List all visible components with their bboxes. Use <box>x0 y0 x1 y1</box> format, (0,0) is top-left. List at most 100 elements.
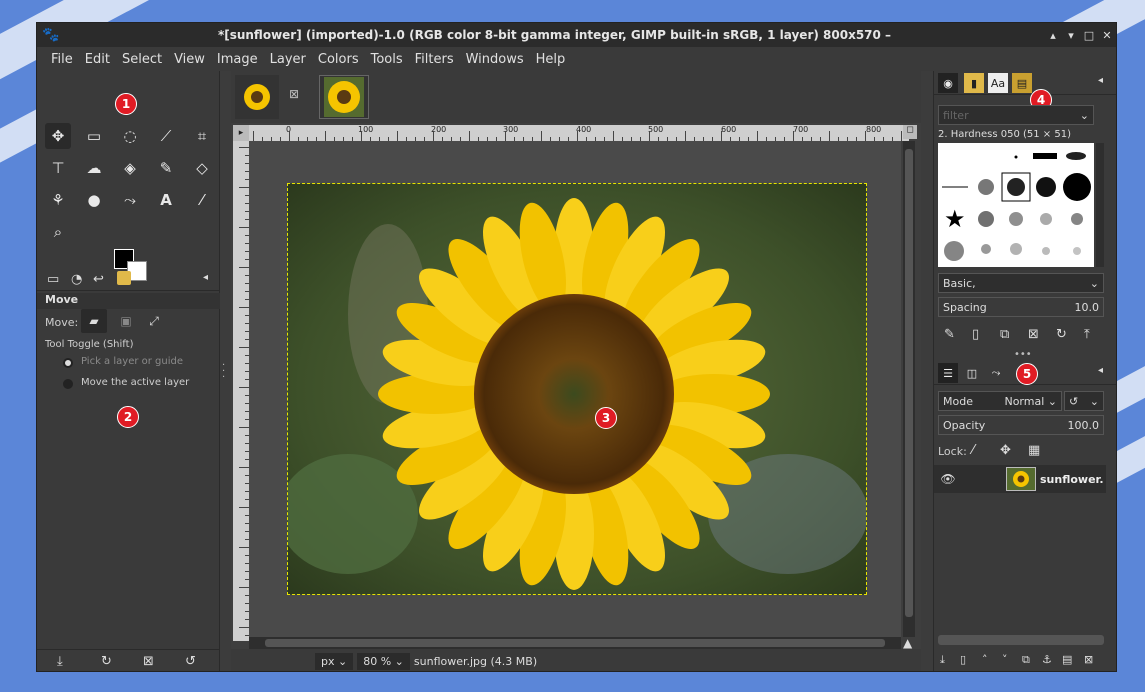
layers-tab-icon[interactable]: ☰ <box>938 363 958 383</box>
unit-select[interactable]: px ⌄ <box>315 652 354 670</box>
brushes-tab-icon[interactable]: ◉ <box>938 73 958 93</box>
paintbrush-tool-icon[interactable]: ✎ <box>153 155 179 181</box>
device-status-tab-icon[interactable]: ◔ <box>71 272 82 287</box>
menu-file[interactable]: File <box>45 52 79 67</box>
minimize-button[interactable]: ▴ <box>1044 29 1062 42</box>
dock-grip-left[interactable]: · · · <box>222 361 225 383</box>
brush-grid[interactable]: ★ <box>938 143 1094 267</box>
restore-button[interactable]: ▾ <box>1062 29 1080 42</box>
configure-tab-icon[interactable]: ◂ <box>203 272 208 283</box>
edit-brush-icon[interactable]: ✎ <box>944 327 955 342</box>
color-picker-tool-icon[interactable]: ⁄ <box>189 187 215 213</box>
warp-tool-icon[interactable]: ☁ <box>81 155 107 181</box>
ruler-corner-icon[interactable]: ▸ <box>233 125 249 141</box>
delete-options-icon[interactable]: ⊠ <box>143 654 154 669</box>
restore-options-icon[interactable]: ↻ <box>101 654 112 669</box>
vertical-scrollbar[interactable] <box>903 141 915 637</box>
lock-position-icon[interactable]: ✥ <box>1000 443 1011 458</box>
menu-tools[interactable]: Tools <box>365 52 409 67</box>
lock-alpha-icon[interactable]: ▦ <box>1028 443 1040 458</box>
horizontal-scrollbar[interactable] <box>249 637 901 649</box>
menu-image[interactable]: Image <box>211 52 264 67</box>
new-layer-group-icon[interactable]: ⤓ <box>940 653 945 667</box>
channels-tab-icon[interactable]: ◫ <box>962 363 982 383</box>
tool-options-tab-icon[interactable]: ▭ <box>47 272 59 287</box>
navigate-icon[interactable]: ◻ <box>903 125 917 139</box>
lasso-tool-icon[interactable]: ◌ <box>117 123 143 149</box>
lower-layer-icon[interactable]: ˅ <box>1002 653 1008 666</box>
close-tab-icon[interactable]: ⊠ <box>289 87 299 101</box>
images-tab-icon[interactable] <box>117 271 131 285</box>
duplicate-layer-icon[interactable]: ⧉ <box>1022 653 1030 667</box>
new-layer-icon[interactable]: ▯ <box>960 653 966 666</box>
opacity-slider[interactable]: Opacity 100.0 <box>938 415 1104 435</box>
raise-layer-icon[interactable]: ˄ <box>982 653 988 666</box>
menu-layer[interactable]: Layer <box>264 52 312 67</box>
layer-row[interactable]: 👁 sunflower. <box>934 465 1106 493</box>
open-brush-icon[interactable]: ⤒ <box>1084 327 1090 342</box>
new-brush-icon[interactable]: ▯ <box>972 327 979 342</box>
move-path-button[interactable]: ⤢ <box>141 309 167 333</box>
layer-mode-select[interactable]: Mode Normal ⌄ <box>938 391 1062 411</box>
move-tool-icon[interactable]: ✥ <box>45 123 71 149</box>
reset-options-icon[interactable]: ↺ <box>185 654 196 669</box>
menu-colors[interactable]: Colors <box>312 52 365 67</box>
delete-layer-icon[interactable]: ⊠ <box>1084 653 1093 666</box>
configure-tab-icon[interactable]: ◂ <box>1098 75 1103 86</box>
composite-mode-select[interactable]: ↺ ⌄ <box>1064 391 1104 411</box>
configure-tab-icon[interactable]: ◂ <box>1098 365 1103 376</box>
lock-pixels-icon[interactable]: ⁄ <box>972 443 974 458</box>
undo-history-tab-icon[interactable]: ↩ <box>93 272 104 287</box>
menu-help[interactable]: Help <box>530 52 572 67</box>
move-selection-button[interactable]: ▣ <box>113 309 139 333</box>
bucket-fill-tool-icon[interactable]: ◈ <box>117 155 143 181</box>
crop-tool-icon[interactable]: ⌗ <box>189 123 215 149</box>
eye-icon[interactable]: 👁 <box>934 472 962 486</box>
radio-pick-layer[interactable] <box>63 358 73 368</box>
refresh-brushes-icon[interactable]: ↻ <box>1056 327 1067 342</box>
navigation-triangle-icon[interactable]: ▲ <box>903 636 912 650</box>
close-button[interactable]: ✕ <box>1098 29 1116 42</box>
menu-select[interactable]: Select <box>116 52 168 67</box>
paths-tool-icon[interactable]: ⤳ <box>117 187 143 213</box>
menu-windows[interactable]: Windows <box>460 52 530 67</box>
paths-tab-icon[interactable]: ⤳ <box>986 363 1006 383</box>
ruler-label-500: 500 <box>648 125 664 134</box>
horizontal-ruler: 0 100 200 300 400 500 600 700 800 <box>249 125 909 141</box>
clone-tool-icon[interactable]: ⚘ <box>45 187 71 213</box>
fonts-tab-icon[interactable]: Aa <box>988 73 1008 93</box>
menu-edit[interactable]: Edit <box>79 52 116 67</box>
sunflower-image[interactable] <box>287 183 867 595</box>
image-tab-thumbnail-2[interactable] <box>319 75 369 119</box>
text-tool-icon[interactable]: A <box>153 187 179 213</box>
delete-brush-icon[interactable]: ⊠ <box>1028 327 1039 342</box>
mask-layer-icon[interactable]: ▤ <box>1062 653 1072 666</box>
image-tab-thumbnail-1[interactable] <box>235 75 279 119</box>
menu-view[interactable]: View <box>168 52 211 67</box>
layers-scrollbar[interactable] <box>938 635 1104 645</box>
menu-filters[interactable]: Filters <box>409 52 460 67</box>
brush-preset-select[interactable]: Basic, ⌄ <box>938 273 1104 293</box>
rect-select-tool-icon[interactable]: ▭ <box>81 123 107 149</box>
layer-thumbnail <box>1006 467 1036 491</box>
smudge-tool-icon[interactable]: ● <box>81 187 107 213</box>
duplicate-brush-icon[interactable]: ⧉ <box>1000 327 1009 342</box>
zoom-select[interactable]: 80 % ⌄ <box>357 652 410 670</box>
brush-grid-scrollbar[interactable] <box>1096 143 1104 267</box>
layer-name[interactable]: sunflower. <box>1040 473 1104 486</box>
unified-transform-tool-icon[interactable]: ⊤ <box>45 155 71 181</box>
radio-move-active[interactable] <box>63 379 73 389</box>
patterns-tab-icon[interactable]: ▮ <box>964 73 984 93</box>
ruler-tick <box>239 347 249 348</box>
dock-separator[interactable]: ••• <box>1014 349 1032 360</box>
maximize-button[interactable]: □ <box>1080 29 1098 42</box>
move-layer-button[interactable]: ▰ <box>81 309 107 333</box>
anchor-layer-icon[interactable]: ⚓ <box>1042 653 1052 666</box>
save-options-icon[interactable]: ⤓ <box>57 654 63 669</box>
eraser-tool-icon[interactable]: ◇ <box>189 155 215 181</box>
spacing-slider[interactable]: Spacing 10.0 <box>938 297 1104 317</box>
document-history-tab-icon[interactable]: ▤ <box>1012 73 1032 93</box>
brush-filter-input[interactable]: filter ⌄ <box>938 105 1094 125</box>
zoom-tool-icon[interactable]: ⌕ <box>45 219 71 245</box>
fuzzy-select-tool-icon[interactable]: ⟋ <box>153 123 179 149</box>
